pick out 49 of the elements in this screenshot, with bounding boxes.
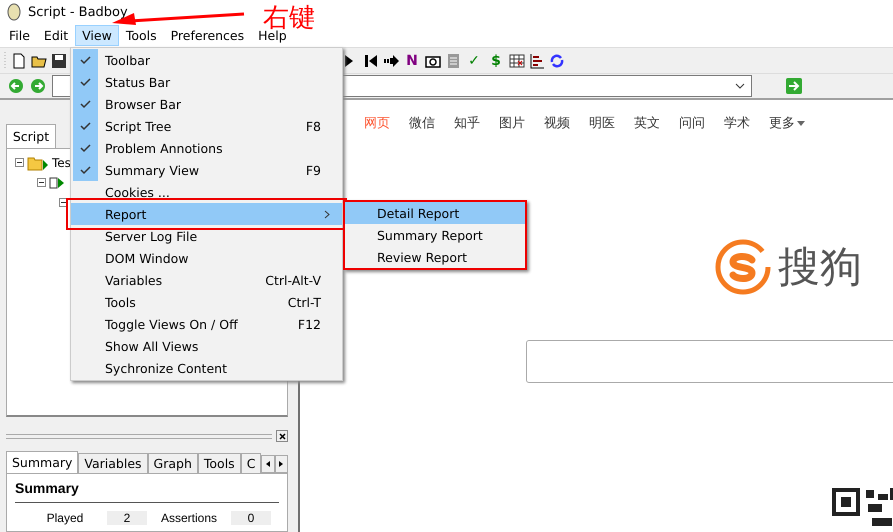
menu-item[interactable]: Tools Ctrl-T [71, 291, 342, 313]
stat-value: 2 [107, 511, 147, 525]
stat-label: Played [46, 511, 84, 525]
script-tab[interactable]: Script [6, 124, 56, 148]
menu-item[interactable]: Script Tree F8 [71, 115, 342, 137]
toolbar-glyph[interactable]: N [403, 52, 421, 70]
menu-item[interactable]: Sychronize Content [71, 357, 342, 379]
tab[interactable]: Variables [78, 453, 148, 473]
menu-item[interactable]: DOM Window [71, 247, 342, 269]
menu-item[interactable]: Browser Bar [71, 93, 342, 115]
toolbar-glyph[interactable]: $ [487, 52, 505, 70]
tab[interactable]: Tools [198, 453, 241, 473]
nav-link[interactable]: 问问 [679, 114, 705, 132]
menu-item[interactable]: Variables Ctrl-Alt-V [71, 269, 342, 291]
menu-item[interactable]: Preferences [164, 25, 252, 46]
nav-link[interactable]: 微信 [409, 114, 435, 132]
menu-item[interactable]: View [75, 25, 119, 46]
tree-item[interactable]: Tes [52, 156, 71, 170]
menu-item[interactable]: File [2, 25, 37, 46]
menu-item[interactable]: Cookies ... [71, 181, 342, 203]
nav-link[interactable]: 视频 [544, 114, 570, 132]
stat-label: Assertions [160, 511, 218, 525]
menu-item[interactable]: Server Log File [71, 225, 342, 247]
menu-item[interactable]: Tools [118, 25, 164, 46]
stat-value: 0 [231, 511, 271, 525]
nav-link[interactable]: 更多 [769, 114, 805, 132]
tab[interactable]: Graph [148, 453, 198, 473]
nav-link[interactable]: 图片 [499, 114, 525, 132]
nav-link[interactable]: 知乎 [454, 114, 480, 132]
logo-text: 搜狗 [778, 241, 862, 293]
nav-link[interactable]: 英文 [634, 114, 660, 132]
menu-item[interactable]: Toolbar [71, 49, 342, 71]
menu-item[interactable]: Review Report [345, 246, 525, 268]
tab[interactable]: C [240, 453, 262, 473]
nav-link[interactable]: 学术 [724, 114, 750, 132]
tab[interactable]: Summary [6, 451, 78, 473]
nav-link[interactable]: 明医 [589, 114, 615, 132]
window-title: Script - Badboy [28, 4, 128, 20]
menu-item[interactable]: Toggle Views On / Off F12 [71, 313, 342, 335]
menu-item[interactable]: Edit [36, 25, 76, 46]
menu-item[interactable]: Detail Report [345, 202, 525, 224]
toolbar-glyph[interactable]: ✓ [465, 52, 483, 70]
menu-item[interactable]: Summary Report [345, 224, 525, 246]
menu-item[interactable]: Status Bar [71, 71, 342, 93]
panel-heading: Summary [15, 480, 279, 503]
menu-item[interactable]: Report [71, 203, 342, 225]
menu-item[interactable]: Show All Views [71, 335, 342, 357]
menu-item[interactable]: Problem Annotions [71, 137, 342, 159]
menu-item[interactable]: Summary View F9 [71, 159, 342, 181]
